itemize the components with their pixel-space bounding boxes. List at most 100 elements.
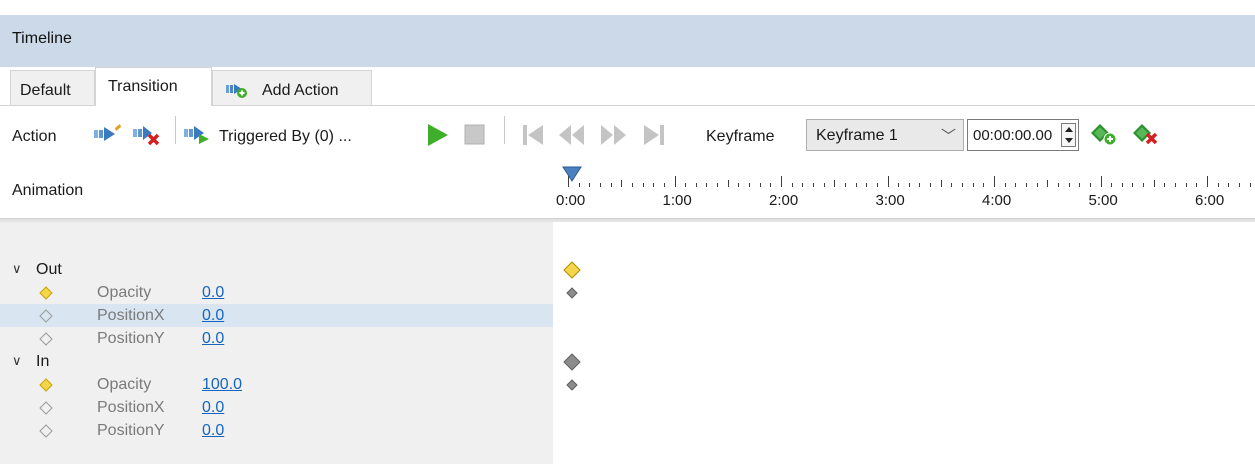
rewind-icon[interactable] bbox=[557, 123, 587, 147]
go-to-start-icon[interactable] bbox=[521, 123, 547, 147]
ruler-minor-tick bbox=[1238, 183, 1240, 187]
ruler-minor-tick bbox=[695, 183, 697, 187]
add-keyframe-icon[interactable] bbox=[1089, 122, 1119, 148]
go-to-end-icon[interactable] bbox=[640, 123, 666, 147]
property-row[interactable]: PositionY 0.0 bbox=[0, 419, 553, 442]
tab-default-label: Default bbox=[20, 82, 71, 99]
ruler-minor-tick bbox=[791, 183, 793, 187]
ruler-time-label: 2:00 bbox=[769, 192, 799, 209]
ruler-time-label: 6:00 bbox=[1195, 192, 1225, 209]
group-row-in[interactable]: ∨ In bbox=[0, 350, 553, 373]
keyframe-diamond-empty-icon[interactable] bbox=[39, 401, 53, 415]
panel-title: Timeline bbox=[12, 30, 72, 47]
ruler-minor-tick bbox=[621, 180, 623, 187]
ruler-minor-tick bbox=[855, 183, 857, 187]
ruler-minor-tick bbox=[706, 183, 708, 187]
fast-forward-icon[interactable] bbox=[598, 123, 628, 147]
keyframe-diamond-empty-icon[interactable] bbox=[39, 424, 53, 438]
ruler-minor-tick bbox=[1217, 183, 1219, 187]
keyframe-time-input[interactable]: 00:00:00.00 bbox=[967, 119, 1079, 151]
group-label: Out bbox=[36, 261, 62, 278]
ruler-minor-tick bbox=[1047, 180, 1049, 187]
chevron-down-icon[interactable]: ∨ bbox=[12, 353, 22, 369]
property-row[interactable]: PositionY 0.0 bbox=[0, 327, 553, 350]
ruler-minor-tick bbox=[727, 180, 729, 187]
ruler-minor-tick bbox=[1121, 183, 1123, 187]
play-icon[interactable] bbox=[424, 121, 452, 149]
time-ruler[interactable]: 0:00 1:00 2:00 3:00 4:00 5:00 6:00 bbox=[556, 162, 1255, 212]
group-keyframe-out-icon[interactable] bbox=[563, 261, 581, 279]
ruler-minor-tick bbox=[589, 183, 591, 187]
ruler-minor-tick bbox=[770, 183, 772, 187]
keyframe-select[interactable]: Keyframe 1 ﹀ bbox=[806, 119, 964, 151]
keyframe-diamond-empty-icon[interactable] bbox=[39, 309, 53, 323]
tab-transition-label: Transition bbox=[108, 78, 178, 95]
ruler-minor-tick bbox=[1164, 183, 1166, 187]
ruler-minor-tick bbox=[1175, 183, 1177, 187]
property-row[interactable]: PositionX 0.0 bbox=[0, 304, 553, 327]
ruler-minor-tick bbox=[919, 183, 921, 187]
tab-default[interactable]: Default bbox=[10, 70, 95, 106]
tab-strip: Default Transition Add Action bbox=[0, 67, 1255, 106]
property-tree: ∨ Out Opacity 0.0 PositionX 0.0 Position… bbox=[0, 222, 553, 464]
ruler-minor-tick bbox=[844, 183, 846, 187]
delete-keyframe-icon[interactable] bbox=[1131, 122, 1161, 148]
property-value-link[interactable]: 0.0 bbox=[202, 307, 224, 325]
timeline-toolbar: Action Triggered By (0) ... Keyframe Key… bbox=[0, 106, 1255, 166]
property-row[interactable]: Opacity 100.0 bbox=[0, 373, 553, 396]
property-row[interactable]: Opacity 0.0 bbox=[0, 281, 553, 304]
remove-action-icon[interactable] bbox=[132, 122, 162, 148]
ruler-major-tick bbox=[994, 176, 995, 187]
ruler-minor-tick bbox=[1143, 183, 1145, 187]
ruler-minor-tick bbox=[1068, 183, 1070, 187]
ruler-major-tick bbox=[781, 176, 782, 187]
keyframe-label: Keyframe bbox=[706, 128, 775, 145]
ruler-major-tick bbox=[1207, 176, 1208, 187]
chevron-down-icon: ﹀ bbox=[941, 128, 957, 145]
property-value-link[interactable]: 0.0 bbox=[202, 330, 224, 348]
ruler-minor-tick bbox=[1025, 183, 1027, 187]
stop-icon[interactable] bbox=[463, 123, 487, 147]
ruler-minor-tick bbox=[1036, 183, 1038, 187]
tab-transition[interactable]: Transition bbox=[95, 67, 212, 106]
ruler-minor-tick bbox=[1111, 183, 1113, 187]
property-name: PositionY bbox=[97, 330, 165, 347]
keyframe-marker-icon[interactable] bbox=[565, 378, 579, 392]
triggered-by-icon[interactable] bbox=[183, 122, 213, 146]
ruler-major-tick bbox=[887, 176, 889, 187]
triggered-by-button[interactable]: Triggered By (0) ... bbox=[219, 128, 352, 146]
property-value-link[interactable]: 0.0 bbox=[202, 284, 224, 302]
ruler-minor-tick bbox=[972, 183, 974, 187]
ruler-minor-tick bbox=[834, 180, 836, 187]
action-label: Action bbox=[12, 128, 57, 145]
playhead-icon[interactable] bbox=[562, 166, 582, 186]
property-value-link[interactable]: 100.0 bbox=[202, 376, 242, 394]
property-row[interactable]: PositionX 0.0 bbox=[0, 396, 553, 419]
action-forward-icon[interactable] bbox=[93, 122, 123, 146]
keyframe-track-area[interactable] bbox=[553, 222, 1255, 464]
ruler-minor-tick bbox=[866, 183, 868, 187]
property-value-link[interactable]: 0.0 bbox=[202, 422, 224, 440]
ruler-minor-tick bbox=[738, 183, 740, 187]
ruler-time-label: 1:00 bbox=[662, 192, 692, 209]
keyframe-diamond-icon[interactable] bbox=[39, 378, 53, 392]
keyframe-marker-icon[interactable] bbox=[565, 286, 579, 300]
property-value-link[interactable]: 0.0 bbox=[202, 399, 224, 417]
ruler-minor-tick bbox=[930, 183, 932, 187]
ruler-time-label: 4:00 bbox=[982, 192, 1012, 209]
keyframe-diamond-empty-icon[interactable] bbox=[39, 332, 53, 346]
toolbar-separator bbox=[504, 116, 505, 144]
tab-add-action-label: Add Action bbox=[262, 82, 339, 99]
group-row-out[interactable]: ∨ Out bbox=[0, 258, 553, 281]
ruler-minor-tick bbox=[1015, 183, 1017, 187]
ruler-minor-tick bbox=[1057, 183, 1059, 187]
group-keyframe-in-icon[interactable] bbox=[563, 353, 581, 371]
group-label: In bbox=[36, 353, 50, 370]
ruler-minor-tick bbox=[812, 183, 814, 187]
chevron-down-icon[interactable]: ∨ bbox=[12, 261, 22, 277]
time-spinner[interactable] bbox=[1061, 123, 1076, 147]
ruler-minor-tick bbox=[685, 183, 687, 187]
keyframe-diamond-icon[interactable] bbox=[39, 286, 53, 300]
tab-add-action[interactable]: Add Action bbox=[212, 70, 372, 106]
ruler-minor-tick bbox=[1079, 183, 1081, 187]
